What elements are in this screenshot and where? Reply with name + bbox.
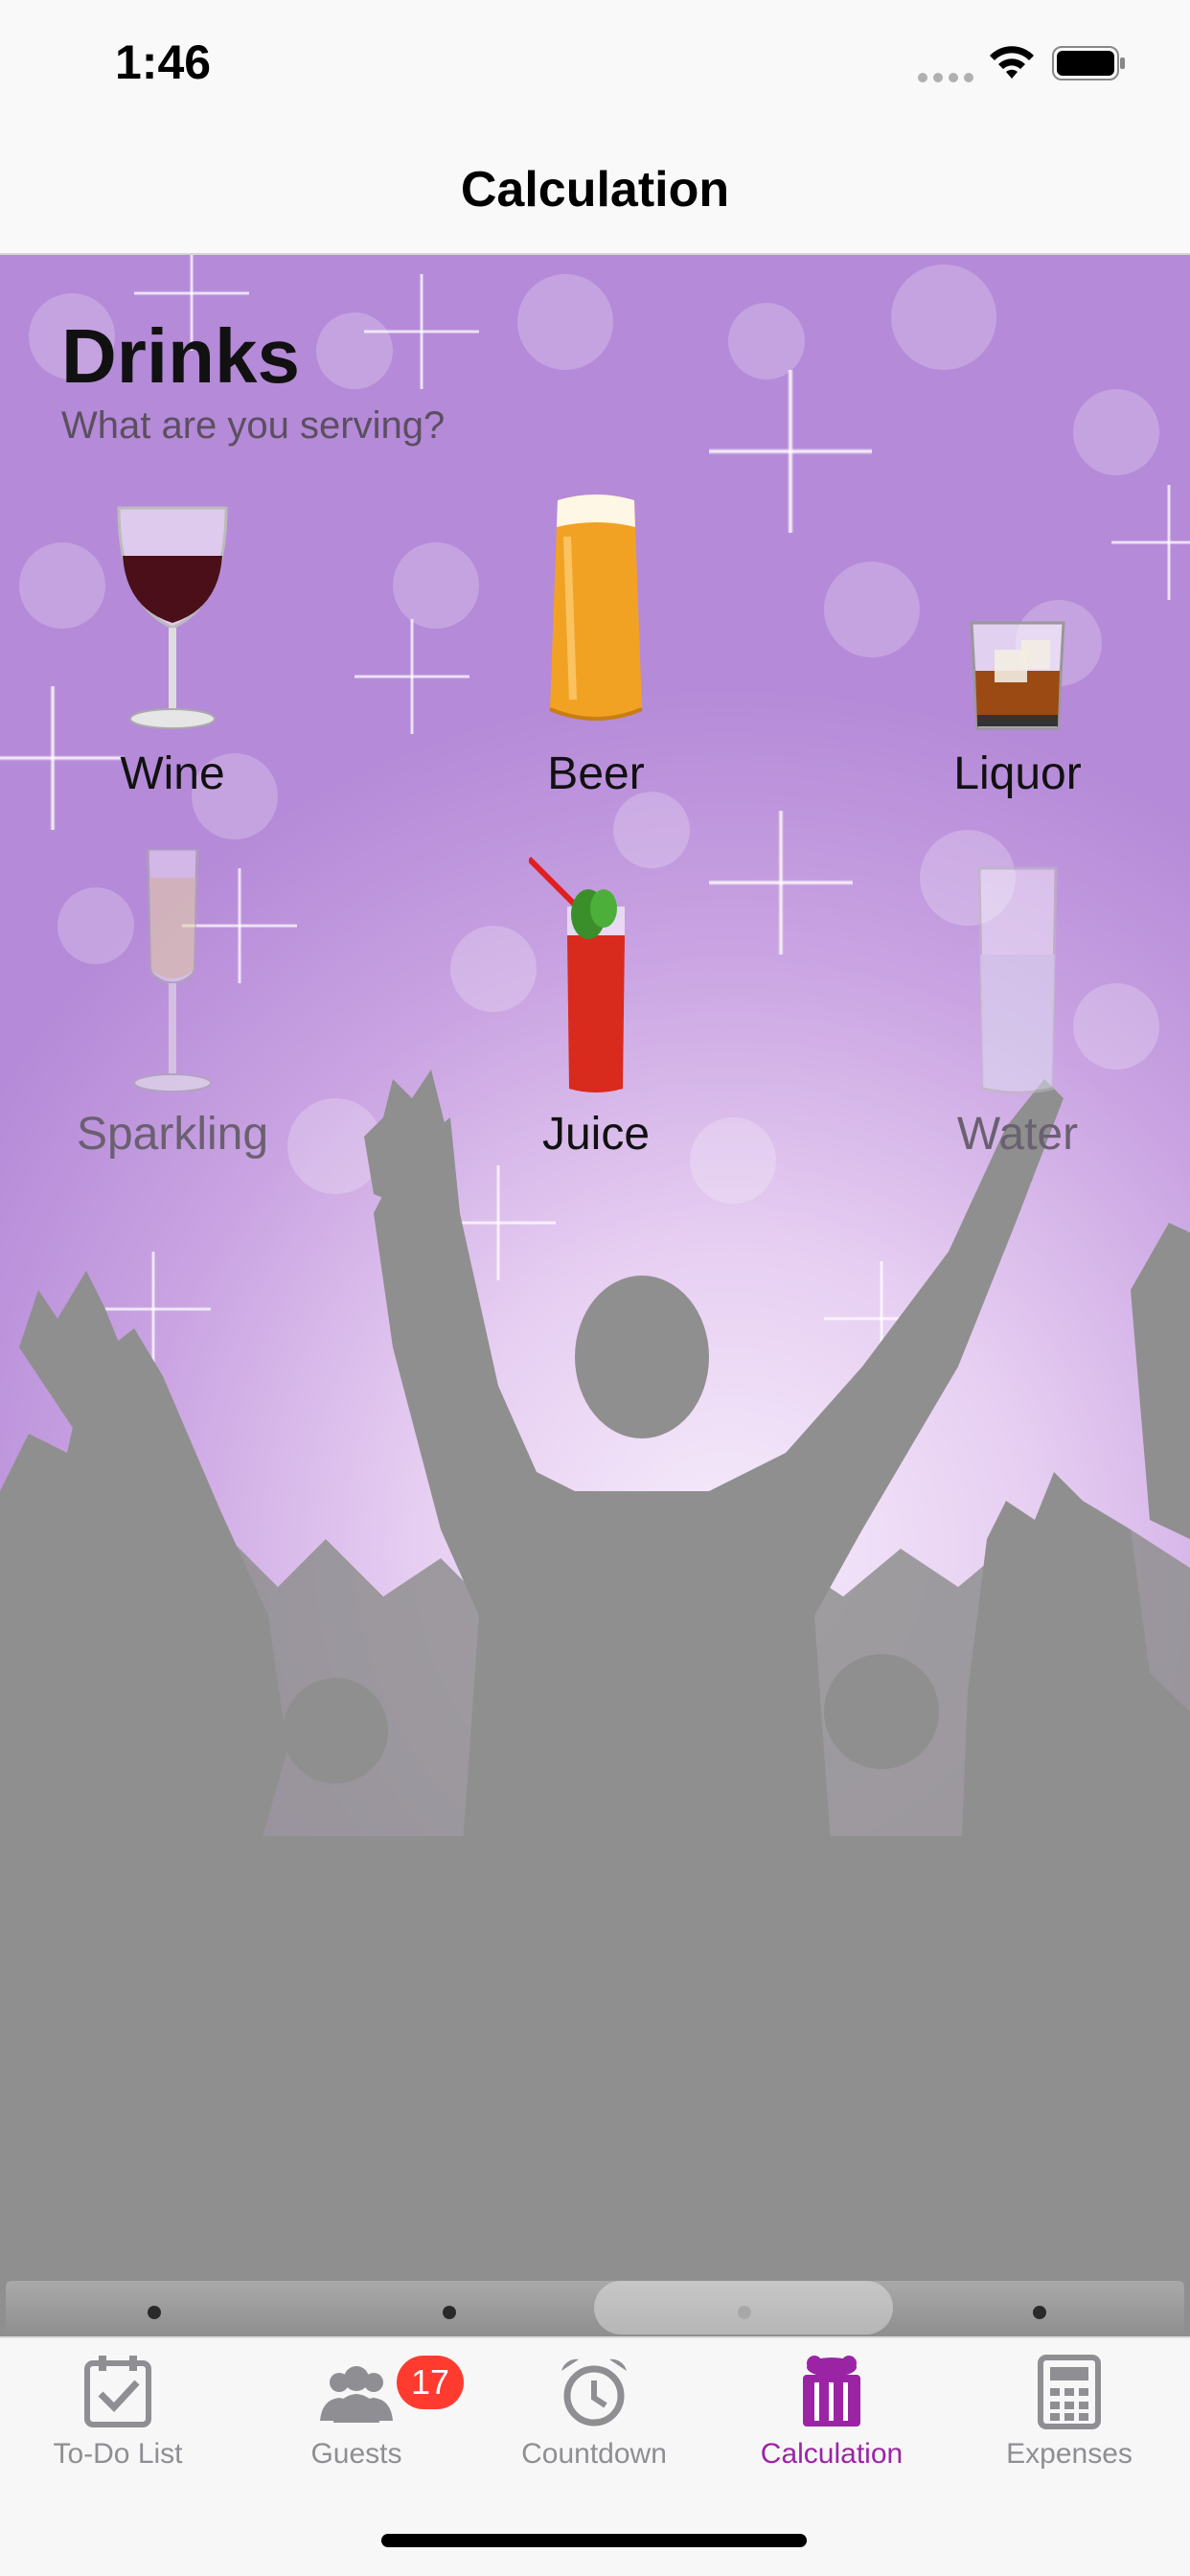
checklist-icon [84,2356,151,2427]
drink-option-sparkling[interactable]: Sparkling [29,849,316,1161]
tab-calculation[interactable]: Calculation [717,2354,947,2497]
beer-glass-icon [549,494,643,721]
drink-label: Beer [547,748,645,799]
status-time: 1:46 [115,35,212,89]
guests-icon [320,2366,393,2423]
section-subtitle: What are you serving? [61,404,446,447]
wifi-icon [990,46,1034,79]
drink-option-juice[interactable]: Juice [452,849,740,1161]
tab-label: Guests [310,2438,402,2470]
tab-todo-list[interactable]: To-Do List [3,2354,233,2497]
section-title: Drinks [61,313,300,399]
cake-icon [803,2356,860,2426]
calculator-icon [1038,2355,1101,2429]
alarm-clock-icon [561,2358,627,2426]
drink-option-water[interactable]: Water [874,849,1161,1161]
drink-label: Liquor [953,748,1082,799]
page-indicator[interactable] [6,2281,1184,2334]
drink-option-wine[interactable]: Wine [29,489,316,800]
cellular-signal-icon [918,73,973,82]
navigation-bar: Calculation [0,134,1190,255]
drink-label: Juice [541,1109,651,1160]
drink-label: Wine [120,748,225,799]
tab-label: Expenses [1006,2438,1133,2470]
drinks-content: Drinks What are you serving? Wine Beer L… [0,255,1190,2336]
guests-badge: 17 [397,2356,464,2409]
drink-label: Water [956,1109,1079,1160]
app-screen: 1:46 Calculation Drinks What are you ser… [0,0,1190,2576]
drink-option-liquor[interactable]: Liquor [874,489,1161,800]
page-dot[interactable] [148,2306,161,2319]
tab-label: To-Do List [53,2438,183,2470]
tab-guests[interactable]: Guests 17 [241,2354,471,2497]
juice-glass-icon [529,856,625,1092]
tab-expenses[interactable]: Expenses [954,2354,1184,2497]
drink-option-beer[interactable]: Beer [452,489,740,800]
battery-icon [1052,46,1125,80]
drink-label: Sparkling [76,1109,269,1160]
home-indicator[interactable] [381,2534,807,2547]
tab-label: Countdown [521,2438,667,2470]
tab-countdown[interactable]: Countdown [479,2354,709,2497]
tab-label: Calculation [760,2438,904,2470]
liquor-glass-icon [970,621,1065,730]
status-bar: 1:46 [0,0,1190,134]
water-glass-icon [977,866,1058,1094]
page-title: Calculation [460,162,730,218]
wine-glass-icon [117,506,228,729]
page-dot[interactable] [1033,2306,1046,2319]
page-dot[interactable] [738,2306,751,2319]
champagne-flute-icon [133,849,212,1092]
page-dot[interactable] [443,2306,456,2319]
